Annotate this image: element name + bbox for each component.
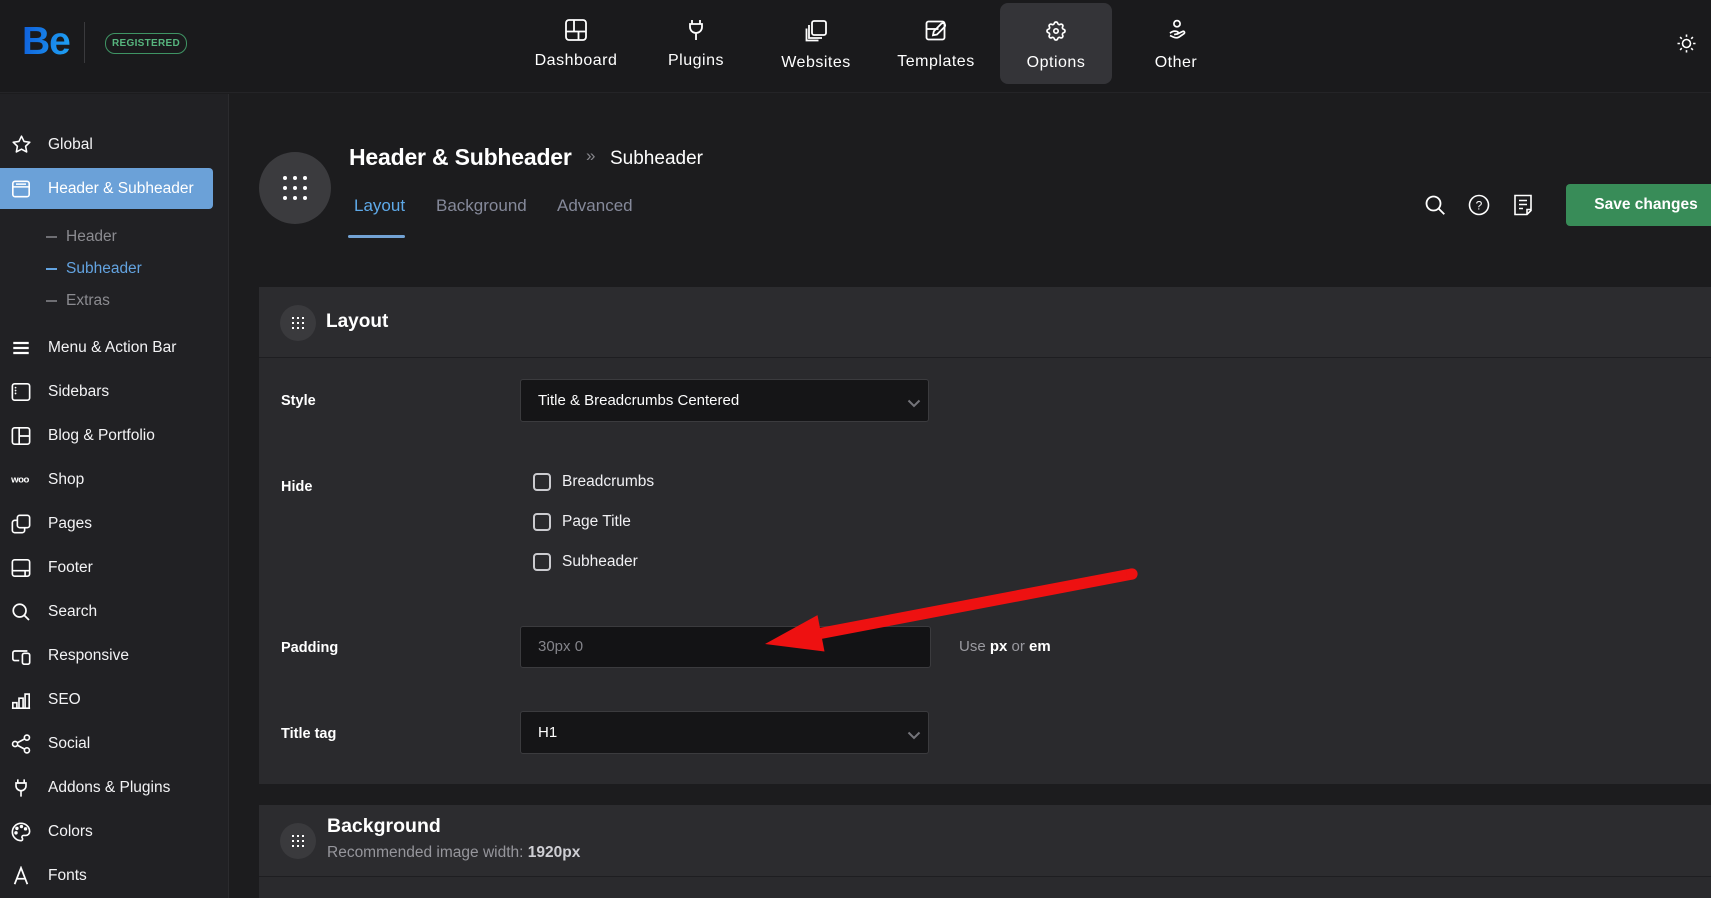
svg-text:woo: woo	[11, 475, 30, 485]
svg-text:?: ?	[1476, 199, 1483, 213]
